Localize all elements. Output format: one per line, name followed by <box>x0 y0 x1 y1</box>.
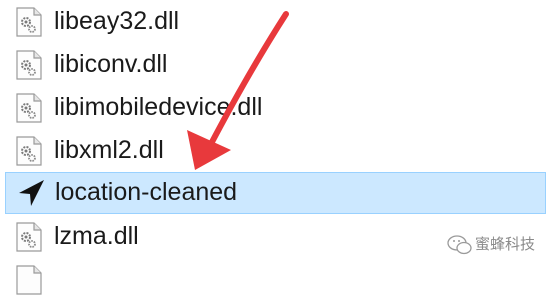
file-row-location-cleaned[interactable]: location-cleaned <box>5 172 546 214</box>
dll-file-icon <box>16 136 42 166</box>
dll-file-icon <box>16 222 42 252</box>
file-name: libiconv.dll <box>54 50 168 78</box>
file-row-libxml2[interactable]: libxml2.dll <box>0 129 548 172</box>
file-name: libimobiledevice.dll <box>54 93 263 121</box>
file-row-libeay32[interactable]: libeay32.dll <box>0 0 548 43</box>
file-name: libeay32.dll <box>54 7 180 35</box>
file-name: location-cleaned <box>55 178 238 206</box>
file-row-libiconv[interactable]: libiconv.dll <box>0 43 548 86</box>
location-arrow-icon <box>19 180 44 206</box>
dll-file-icon <box>16 93 42 123</box>
file-row-libimobiledevice[interactable]: libimobiledevice.dll <box>0 86 548 129</box>
file-list: libeay32.dll libiconv.dll libimobiledevi… <box>0 0 548 295</box>
dll-file-icon <box>16 7 42 37</box>
wechat-logo-icon <box>447 235 472 255</box>
watermark: 蜜蜂科技 <box>447 231 547 261</box>
dll-file-icon <box>16 50 42 80</box>
file-name: lzma.dll <box>54 222 139 250</box>
file-name: libxml2.dll <box>54 136 164 164</box>
watermark-text: 蜜蜂科技 <box>475 236 536 253</box>
dll-file-icon <box>16 265 42 295</box>
